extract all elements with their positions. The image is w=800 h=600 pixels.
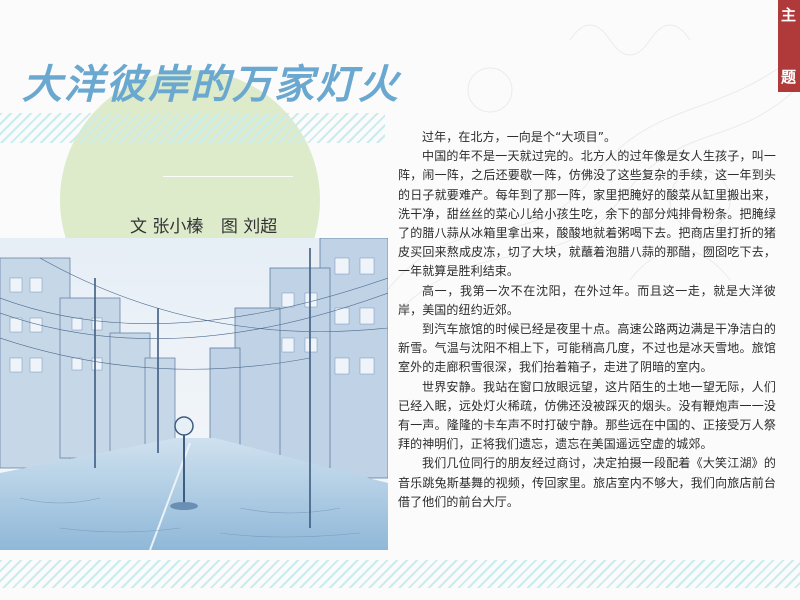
article-paragraph: 高一，我第一次不在沈阳，在外过年。而且这一走，就是大洋彼岸，美国的纽约近郊。 (398, 283, 776, 317)
magazine-page: 大洋彼岸的万家灯火 文 张小榛 图 刘超 过年，在北方，一向是个“大项目”。 中… (0, 0, 800, 600)
section-tab-char: 题 (781, 68, 797, 86)
article-paragraph: 中国的年不是一天就过完的。北方人的过年像是女人生孩子，叫一阵，闹一阵，之后还要歇… (398, 149, 776, 279)
illustrator-credit: 图 刘超 (220, 217, 278, 237)
page-title: 大洋彼岸的万家灯火 (22, 61, 400, 108)
divider-line (163, 176, 293, 177)
article-paragraph: 我们几位同行的朋友经过商讨，决定拍摄一段配着《大笑江湖》的音乐跳兔斯基舞的视频，… (398, 456, 776, 509)
section-tab-char: 主 (781, 6, 797, 24)
article-paragraph: 过年，在北方，一向是个“大项目”。 (422, 130, 617, 144)
article-paragraph: 到汽车旅馆的时候已经是夜里十点。高速公路两边满是干净洁白的新雪。气温与沈阳不相上… (398, 322, 776, 375)
title-stripe (0, 113, 385, 143)
article-body: 过年，在北方，一向是个“大项目”。 中国的年不是一天就过完的。北方人的过年像是女… (398, 128, 776, 512)
section-tab: 主 题 (778, 0, 800, 92)
author-credit: 文 张小榛 (130, 217, 204, 237)
footer-stripe (0, 560, 800, 588)
byline: 文 张小榛 图 刘超 (130, 212, 277, 237)
street-illustration (0, 238, 388, 550)
article-paragraph: 世界安静。我站在窗口放眼远望，这片陌生的土地一望无际，人们已经入眠，远处灯火稀疏… (398, 379, 776, 452)
